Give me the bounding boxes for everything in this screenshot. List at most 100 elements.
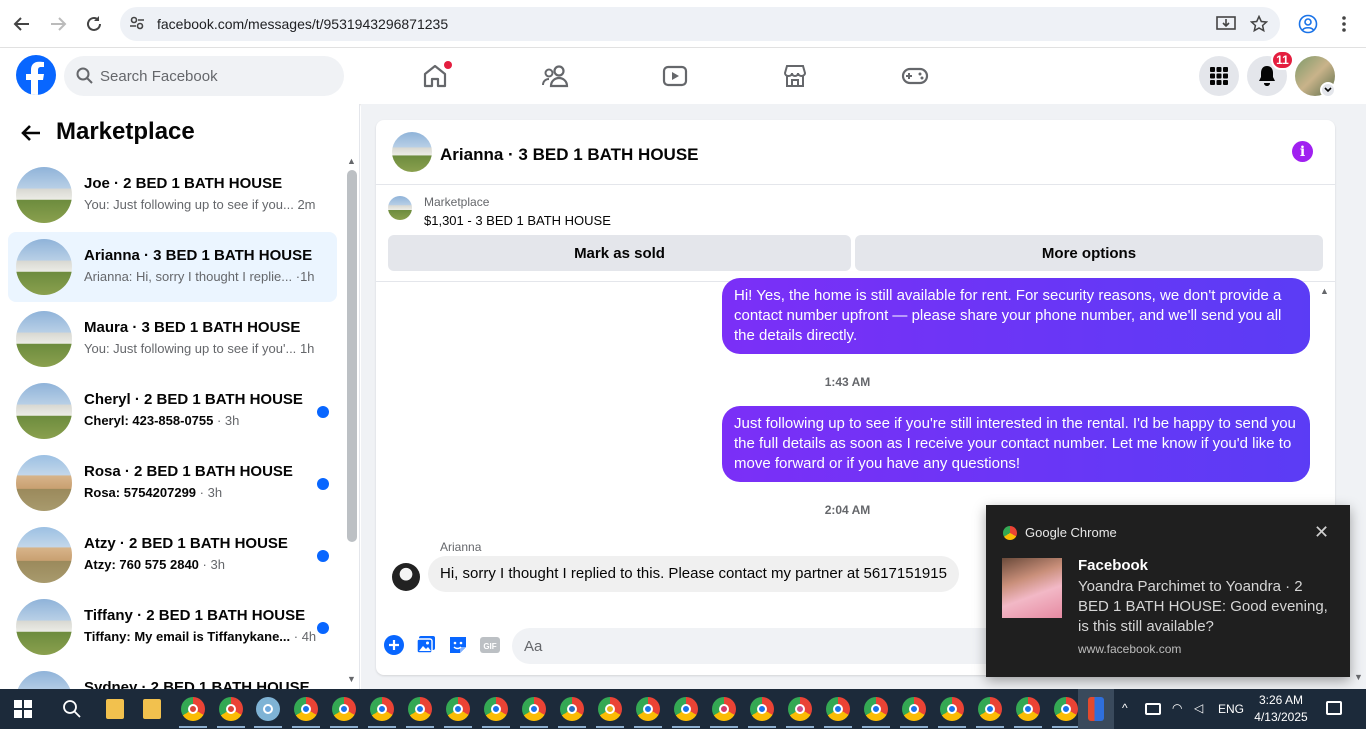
outgoing-message[interactable]: Hi! Yes, the home is still available for… (722, 278, 1310, 354)
notification-sender-photo (1002, 558, 1062, 618)
conversation-name: Rosa · 2 BED 1 BATH HOUSE (84, 463, 293, 480)
bookmark-star-icon[interactable] (1247, 12, 1271, 36)
install-app-icon[interactable] (1214, 12, 1238, 36)
chrome-app-icon[interactable] (636, 697, 660, 721)
battery-icon[interactable] (1145, 703, 1161, 715)
video-icon[interactable] (661, 62, 691, 90)
action-center-icon[interactable] (1326, 701, 1342, 715)
incoming-message[interactable]: Hi, sorry I thought I replied to this. P… (428, 556, 959, 592)
conversation-thumbnail (16, 527, 72, 583)
wifi-icon[interactable]: ◠ (1172, 701, 1182, 715)
reload-icon[interactable] (82, 12, 106, 36)
chrome-app-icon[interactable] (712, 697, 736, 721)
friends-icon[interactable] (541, 62, 571, 90)
conversation-time: 2m (297, 197, 316, 212)
chrome-menu-icon[interactable] (1332, 12, 1356, 36)
conversation-preview-line: Atzy: 760 575 2840 · 3h (84, 557, 225, 572)
chrome-app-icon[interactable] (294, 697, 318, 721)
search-input[interactable]: Search Facebook (100, 68, 218, 85)
conversation-thumbnail (16, 599, 72, 655)
chrome-app-icon[interactable] (522, 697, 546, 721)
listing-thumbnail[interactable] (388, 196, 412, 220)
chrome-app-icon[interactable] (826, 697, 850, 721)
chrome-app-icon[interactable] (560, 697, 584, 721)
profile-badge (719, 704, 729, 714)
windows-start-icon[interactable] (14, 700, 32, 718)
chrome-app-icon[interactable] (902, 697, 926, 721)
conversation-item[interactable]: Arianna · 3 BED 1 BATH HOUSE Arianna: Hi,… (8, 232, 337, 302)
facebook-logo-icon[interactable] (16, 55, 56, 95)
chrome-app-icon[interactable] (370, 697, 394, 721)
chrome-app-icon[interactable] (864, 697, 888, 721)
conversation-item[interactable]: Atzy · 2 BED 1 BATH HOUSE Atzy: 760 575 2… (8, 520, 337, 590)
conversation-thumbnail (16, 455, 72, 511)
plus-circle-icon[interactable] (384, 635, 404, 655)
conversation-list-scrollbar[interactable] (347, 170, 357, 542)
notepad-icon[interactable] (256, 697, 280, 721)
chrome-app-icon[interactable] (446, 697, 470, 721)
chrome-app-icon[interactable] (978, 697, 1002, 721)
taskbar-search-icon[interactable] (62, 699, 82, 724)
chrome-app-icon[interactable] (1016, 697, 1040, 721)
more-options-button[interactable]: More options (855, 235, 1323, 271)
scroll-down-arrow-icon[interactable]: ▼ (1354, 672, 1363, 682)
conversation-preview-line: You: Just following up to see if you... … (84, 197, 316, 212)
marketplace-icon[interactable] (781, 62, 811, 90)
conversation-item[interactable]: Cheryl · 2 BED 1 BATH HOUSE Cheryl: 423-8… (8, 376, 337, 446)
conversation-thumbnail (16, 671, 72, 689)
forward-icon[interactable] (46, 12, 70, 36)
address-bar[interactable]: facebook.com/messages/t/9531943296871235 (120, 7, 1280, 41)
conversation-item[interactable]: Rosa · 2 BED 1 BATH HOUSE Rosa: 575420729… (8, 448, 337, 518)
outgoing-message[interactable]: Just following up to see if you're still… (722, 406, 1310, 482)
sticker-icon[interactable] (448, 635, 468, 655)
photo-icon[interactable] (416, 635, 436, 655)
chrome-app-icon[interactable] (181, 697, 205, 721)
chrome-app-icon[interactable] (408, 697, 432, 721)
chrome-app-icon[interactable] (750, 697, 774, 721)
back-arrow-icon[interactable] (20, 122, 44, 146)
conversation-thumbnail (16, 239, 72, 295)
chrome-app-icon[interactable] (484, 697, 508, 721)
sender-avatar[interactable] (392, 563, 420, 591)
info-icon[interactable]: i (1292, 141, 1313, 162)
folder-icon[interactable] (143, 699, 161, 719)
chrome-app-icon[interactable] (1054, 697, 1078, 721)
listing-price[interactable]: $1,301 - 3 BED 1 BATH HOUSE (424, 213, 611, 228)
url-text: facebook.com/messages/t/9531943296871235 (157, 16, 449, 32)
language-indicator[interactable]: ENG (1218, 702, 1244, 716)
site-settings-icon[interactable] (129, 15, 145, 36)
chevron-down-icon[interactable] (1320, 82, 1336, 98)
volume-icon[interactable]: ◁ (1194, 701, 1203, 715)
chrome-app-icon[interactable] (332, 697, 356, 721)
chrome-profile-icon[interactable] (1296, 12, 1320, 36)
clock-time[interactable]: 3:26 AM (1257, 693, 1305, 707)
conversation-item[interactable]: Sydney · 2 BED 1 BATH HOUSE (8, 664, 337, 689)
scroll-up-arrow-icon[interactable]: ▲ (1320, 286, 1329, 296)
conversation-item[interactable]: Maura · 3 BED 1 BATH HOUSE You: Just foll… (8, 304, 337, 374)
scroll-up-arrow-icon[interactable]: ▲ (347, 156, 356, 166)
conversation-item[interactable]: Joe · 2 BED 1 BATH HOUSE You: Just follow… (8, 160, 337, 230)
show-hidden-icons-icon[interactable]: ^ (1122, 701, 1128, 715)
chrome-app-icon[interactable] (788, 697, 812, 721)
unread-dot (317, 406, 329, 418)
conversation-name: Tiffany · 2 BED 1 BATH HOUSE (84, 607, 306, 624)
back-icon[interactable] (10, 12, 34, 36)
running-indicator (482, 726, 510, 728)
chat-avatar[interactable] (392, 132, 432, 172)
chrome-app-icon[interactable] (598, 697, 622, 721)
folder-icon[interactable] (106, 699, 124, 719)
chrome-notification[interactable]: Google Chrome ✕ Facebook Yoandra Parchim… (986, 505, 1350, 677)
conversation-item[interactable]: Tiffany · 2 BED 1 BATH HOUSE Tiffany: My … (8, 592, 337, 662)
chat-title[interactable]: Arianna · 3 BED 1 BATH HOUSE (440, 145, 699, 165)
scroll-down-arrow-icon[interactable]: ▼ (347, 674, 356, 684)
clock-date[interactable]: 4/13/2025 (1251, 710, 1311, 724)
chrome-app-icon[interactable] (674, 697, 698, 721)
mark-as-sold-button[interactable]: Mark as sold (388, 235, 851, 271)
close-icon[interactable]: ✕ (1314, 522, 1329, 543)
gaming-icon[interactable] (901, 62, 931, 90)
search-box[interactable]: Search Facebook (64, 56, 344, 96)
menu-grid-button[interactable] (1199, 56, 1239, 96)
chrome-app-icon[interactable] (940, 697, 964, 721)
gif-icon[interactable]: GIF (480, 635, 500, 655)
chrome-app-icon[interactable] (219, 697, 243, 721)
